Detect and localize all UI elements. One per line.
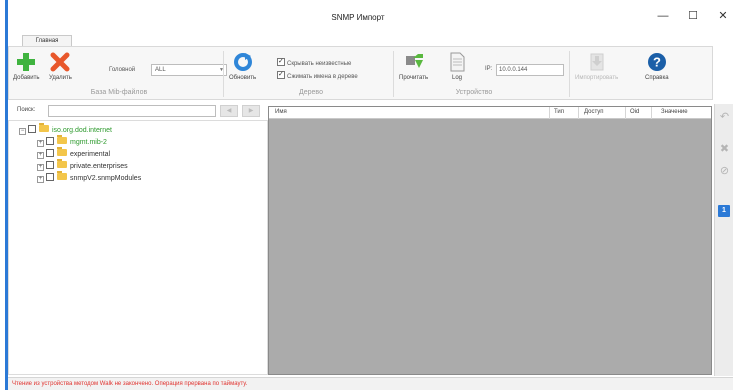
maximize-button[interactable]: ☐ [678, 6, 708, 26]
ip-label: IP: [485, 66, 493, 72]
app-window: SNMP Импорт — ☐ ✕ Главная Добавить Удали… [0, 0, 733, 390]
folder-icon [57, 135, 67, 144]
import-icon [590, 53, 604, 71]
tree-node[interactable]: + private.enterprises [37, 159, 128, 171]
import-label: Импортировать [575, 75, 619, 81]
ribbon: Добавить Удалить Головной ALL ▼ База Mib… [8, 46, 713, 100]
data-grid[interactable]: Имя Тип Доступ Oid Значение [268, 106, 712, 375]
refresh-button[interactable]: Обновить [229, 52, 256, 81]
log-label: Log [451, 75, 462, 81]
root-select[interactable]: ALL ▼ [151, 64, 227, 76]
title-bar: SNMP Импорт — ☐ ✕ [8, 0, 733, 36]
tree-node[interactable]: + snmpV2.snmpModules [37, 171, 142, 183]
import-button[interactable]: Импортировать [575, 52, 618, 81]
delete-label: Удалить [49, 75, 72, 81]
svg-text:?: ? [653, 55, 661, 70]
tree-node-label: private.enterprises [70, 163, 128, 170]
tree-node-label: snmpV2.snmpModules [70, 175, 142, 182]
x-icon [50, 52, 70, 72]
help-icon: ? [647, 53, 666, 71]
tree-checkbox[interactable] [46, 137, 54, 145]
column-divider[interactable] [549, 107, 550, 119]
collapse-names-label: Сжимать имена в дереве [287, 74, 358, 80]
hide-unknown-checkbox[interactable]: Скрывать неизвестные [277, 57, 352, 67]
add-label: Добавить [13, 75, 40, 81]
log-button[interactable]: Log [447, 52, 467, 81]
column-divider[interactable] [578, 107, 579, 119]
download-arrow-icon [405, 54, 423, 68]
group-label-mib: База Mib-файлов [90, 89, 148, 96]
column-header-name[interactable]: Имя [275, 109, 287, 115]
undo-icon[interactable]: ↶ [717, 110, 732, 125]
tree-node[interactable]: + experimental [37, 147, 111, 159]
status-message: Чтение из устройства методом Walk не зак… [12, 381, 248, 387]
group-label-device: Устройство [455, 89, 493, 96]
column-header-access[interactable]: Доступ [584, 109, 604, 115]
group-divider [393, 51, 394, 97]
column-divider[interactable] [651, 107, 652, 119]
refresh-label: Обновить [229, 75, 257, 81]
group-divider [569, 51, 570, 97]
count-badge[interactable]: 1 [718, 205, 730, 217]
status-bar: Чтение из устройства методом Walk не зак… [8, 377, 733, 390]
column-header-oid[interactable]: Oid [630, 109, 639, 115]
read-button[interactable]: Прочитать [399, 52, 428, 81]
tree-node-label: experimental [70, 151, 111, 158]
mib-tree[interactable]: − iso.org.dod.internet + mgmt.mib-2 + exper… [8, 120, 268, 375]
grid-header: Имя Тип Доступ Oid Значение [269, 107, 711, 119]
folder-icon [39, 123, 49, 132]
tree-node-label: mgmt.mib-2 [70, 139, 107, 146]
help-button[interactable]: ? Справка [645, 52, 669, 81]
tree-node[interactable]: + mgmt.mib-2 [37, 135, 107, 147]
close-x-icon[interactable]: ✖ [717, 142, 732, 157]
folder-icon [57, 159, 67, 168]
collapse-names-checkbox[interactable]: Сжимать имена в дереве [277, 70, 358, 80]
cancel-icon[interactable]: ⊘ [717, 164, 732, 179]
root-label: Головной [109, 67, 136, 73]
ip-input[interactable]: 10.0.0.144 [496, 64, 564, 76]
window-title: SNMP Импорт [331, 13, 385, 22]
add-button[interactable]: Добавить [13, 52, 40, 81]
folder-icon [57, 147, 67, 156]
ribbon-tabstrip: Главная [8, 34, 733, 47]
checkbox-checked-icon [277, 57, 285, 66]
refresh-icon [233, 53, 252, 71]
tree-checkbox[interactable] [46, 161, 54, 169]
group-divider [223, 51, 224, 97]
column-header-type[interactable]: Тип [554, 109, 564, 115]
search-input[interactable] [48, 105, 216, 117]
expand-icon[interactable]: + [37, 176, 44, 183]
hide-unknown-label: Скрывать неизвестные [287, 61, 352, 67]
collapse-icon[interactable]: − [19, 128, 26, 135]
close-button[interactable]: ✕ [708, 6, 733, 26]
tree-checkbox[interactable] [46, 149, 54, 157]
plus-icon [17, 53, 36, 71]
tree-checkbox[interactable] [46, 173, 54, 181]
minimize-button[interactable]: — [648, 6, 678, 26]
tree-node-root[interactable]: − iso.org.dod.internet [19, 123, 112, 135]
group-label-tree: Дерево [299, 89, 323, 96]
checkbox-checked-icon [277, 70, 285, 79]
search-next-button[interactable]: ▶ [242, 105, 260, 117]
tree-checkbox[interactable] [28, 125, 36, 133]
search-row: Поиск: ◀ ▶ [8, 105, 268, 119]
read-label: Прочитать [399, 75, 429, 81]
expand-icon[interactable]: + [37, 164, 44, 171]
document-icon [450, 52, 465, 72]
expand-icon[interactable]: + [37, 152, 44, 159]
column-header-value[interactable]: Значение [661, 109, 688, 115]
search-label: Поиск: [17, 107, 36, 113]
root-select-value: ALL [155, 67, 166, 73]
column-divider[interactable] [625, 107, 626, 119]
search-prev-button[interactable]: ◀ [220, 105, 238, 117]
right-toolbar: ↶ ✖ ⊘ 1 [714, 104, 733, 376]
expand-icon[interactable]: + [37, 140, 44, 147]
tree-node-label: iso.org.dod.internet [52, 127, 112, 134]
help-label: Справка [645, 75, 669, 81]
folder-icon [57, 171, 67, 180]
delete-button[interactable]: Удалить [49, 52, 72, 81]
